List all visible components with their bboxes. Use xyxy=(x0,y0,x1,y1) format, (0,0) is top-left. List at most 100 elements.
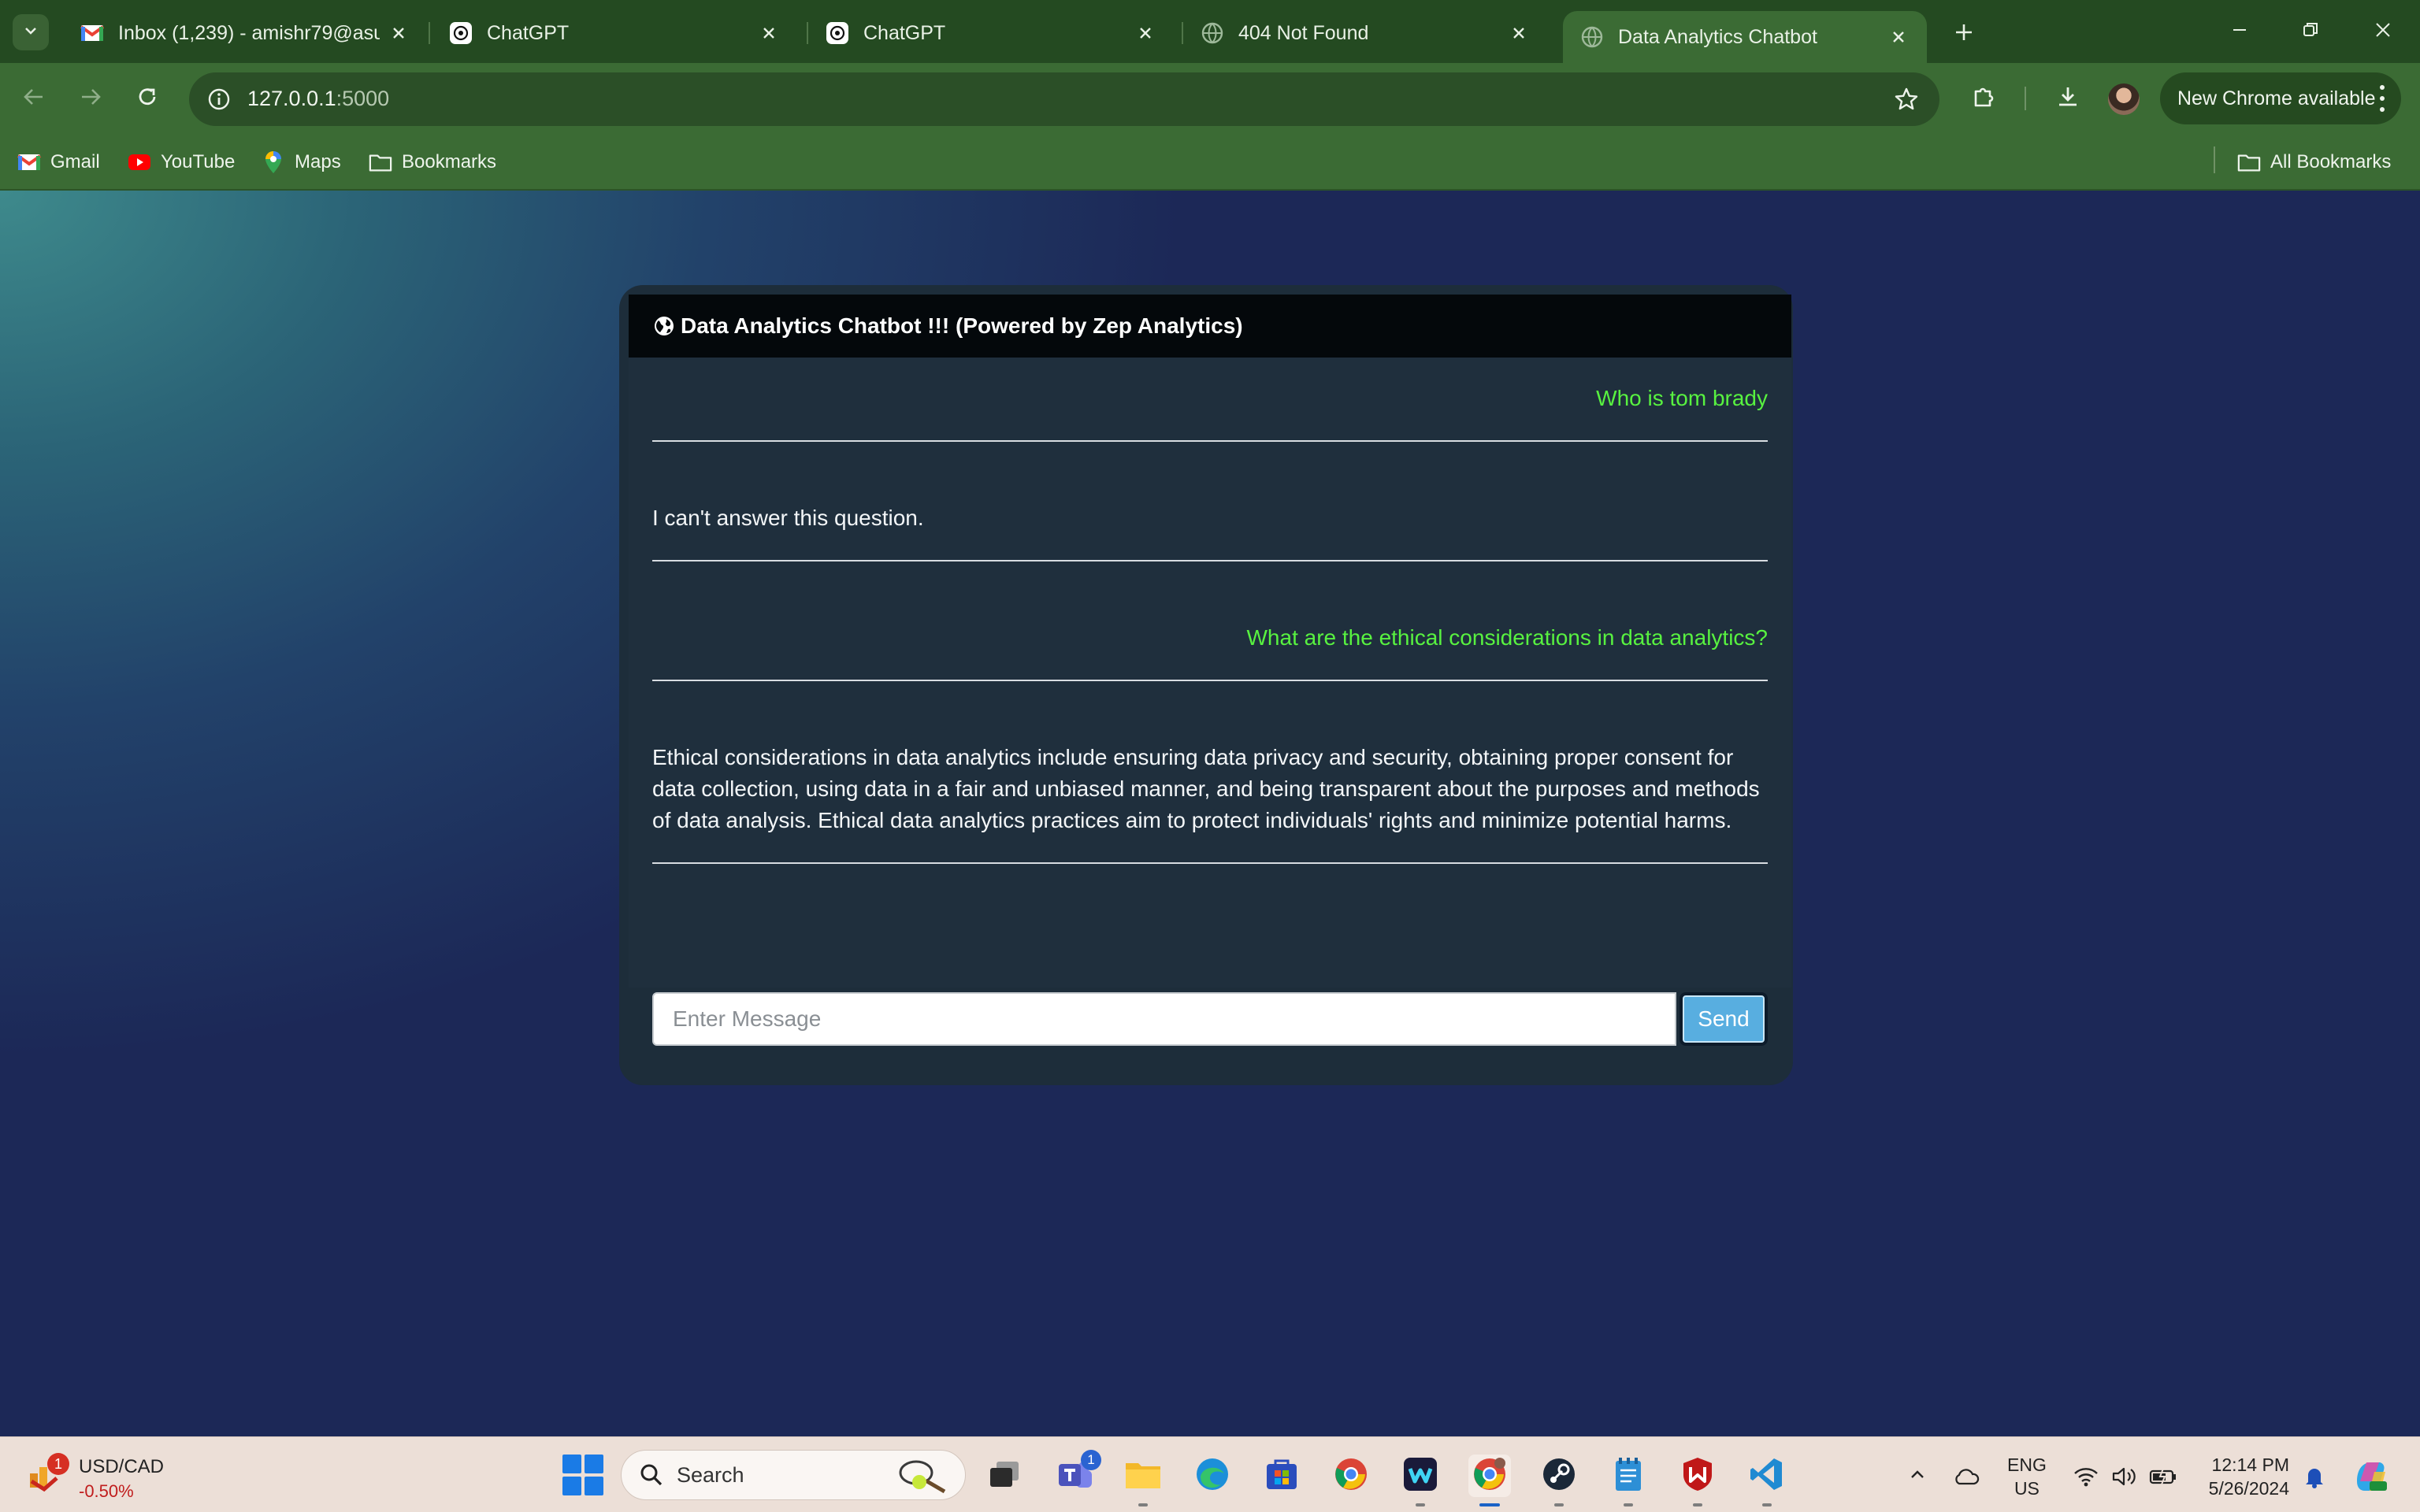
store-icon xyxy=(1264,1456,1300,1496)
taskbar-search[interactable]: Search xyxy=(621,1450,966,1500)
tab-chatgpt-2[interactable]: ChatGPT xyxy=(808,11,1174,55)
bookmark-folder[interactable]: Bookmarks xyxy=(369,145,496,180)
running-indicator xyxy=(1416,1503,1425,1506)
start-button[interactable] xyxy=(562,1455,603,1495)
notifications-bell-icon[interactable] xyxy=(2299,1461,2330,1492)
site-info-icon[interactable] xyxy=(203,83,235,115)
mcafee-app[interactable] xyxy=(1676,1455,1719,1506)
tab-title: ChatGPT xyxy=(487,21,570,44)
close-icon[interactable] xyxy=(388,22,410,44)
user-message: Who is tom brady xyxy=(1596,386,1768,410)
window-close-button[interactable] xyxy=(2355,11,2411,52)
bookmark-label: Gmail xyxy=(50,151,100,172)
message-divider xyxy=(652,680,1768,681)
chevron-down-icon xyxy=(22,22,39,43)
maps-icon xyxy=(262,150,285,174)
store-app[interactable] xyxy=(1260,1455,1303,1497)
downloads-button[interactable] xyxy=(2050,80,2086,117)
restore-button[interactable] xyxy=(2283,11,2338,52)
tab-strip: Inbox (1,239) - amishr79@asu.e ChatGPT C… xyxy=(0,0,2420,63)
search-label: Search xyxy=(677,1462,744,1487)
gmail-icon xyxy=(17,150,41,174)
tab-title: 404 Not Found xyxy=(1238,21,1369,44)
running-indicator xyxy=(1693,1503,1702,1506)
bot-message: I can't answer this question. xyxy=(652,506,924,530)
tab-404[interactable]: 404 Not Found xyxy=(1183,11,1547,55)
minimize-button[interactable] xyxy=(2212,11,2267,52)
running-indicator xyxy=(1762,1503,1772,1506)
bookmark-label: YouTube xyxy=(161,151,236,172)
url-text[interactable]: 127.0.0.1:5000 xyxy=(247,87,389,111)
language-indicator[interactable]: ENG US xyxy=(2007,1453,2047,1500)
bookmark-label: Bookmarks xyxy=(402,151,497,172)
address-bar[interactable]: 127.0.0.1:5000 xyxy=(189,72,1939,126)
notepad-app[interactable] xyxy=(1607,1455,1650,1506)
copilot-icon[interactable] xyxy=(2351,1456,2392,1497)
currency-widget[interactable]: 1 USD/CAD -0.50% xyxy=(24,1448,181,1502)
close-icon[interactable] xyxy=(1508,22,1530,44)
tab-gmail[interactable]: Inbox (1,239) - amishr79@asu.e xyxy=(63,11,427,55)
new-chrome-available-button[interactable]: New Chrome available xyxy=(2160,72,2401,124)
tab-data-analytics-chatbot[interactable]: Data Analytics Chatbot xyxy=(1563,11,1927,63)
battery-icon[interactable] xyxy=(2147,1461,2179,1492)
send-button[interactable]: Send xyxy=(1680,992,1768,1046)
clock-date: 5/26/2024 xyxy=(2208,1478,2289,1499)
url-host: 127.0.0.1 xyxy=(247,87,336,110)
more-menu-icon[interactable] xyxy=(2374,85,2390,112)
all-bookmarks-button[interactable]: All Bookmarks xyxy=(2237,145,2391,180)
vscode-icon xyxy=(1749,1456,1785,1496)
steam-app[interactable] xyxy=(1538,1455,1580,1506)
teams-badge: 1 xyxy=(1081,1450,1101,1470)
reload-icon xyxy=(135,85,159,113)
back-button[interactable] xyxy=(16,80,52,117)
bot-message: Ethical considerations in data analytics… xyxy=(652,745,1760,832)
teams-app[interactable]: 1 xyxy=(1054,1450,1101,1497)
bookmarks-bar: Gmail YouTube Maps Bookmarks All Bookmar… xyxy=(0,134,2420,191)
edge-app[interactable] xyxy=(1191,1455,1234,1497)
webex-icon xyxy=(1402,1456,1438,1496)
show-hidden-icons-button[interactable] xyxy=(1902,1461,1933,1492)
extensions-button[interactable] xyxy=(1966,80,2002,117)
close-icon[interactable] xyxy=(1887,26,1910,48)
chat-title: Data Analytics Chatbot !!! (Powered by Z… xyxy=(681,313,1243,338)
chevron-up-icon xyxy=(1908,1466,1927,1488)
webex-app[interactable] xyxy=(1399,1455,1442,1506)
browser-toolbar: 127.0.0.1:5000 New Chrome available xyxy=(0,63,2420,134)
folder-icon xyxy=(369,150,392,174)
forward-button[interactable] xyxy=(72,80,109,117)
search-icon xyxy=(639,1462,664,1488)
shield-icon xyxy=(1681,1456,1714,1496)
folder-icon xyxy=(1124,1458,1162,1494)
minimize-icon xyxy=(2231,21,2248,43)
message-input[interactable] xyxy=(652,992,1676,1046)
wifi-icon[interactable] xyxy=(2070,1461,2102,1492)
vscode-app[interactable] xyxy=(1746,1455,1788,1506)
file-explorer-app[interactable] xyxy=(1122,1455,1164,1506)
plus-icon xyxy=(1954,22,1974,46)
profile-avatar[interactable] xyxy=(2108,83,2140,115)
globe-icon xyxy=(652,314,676,338)
volume-icon[interactable] xyxy=(2108,1461,2140,1492)
tab-chatgpt-1[interactable]: ChatGPT xyxy=(432,11,797,55)
bookmark-youtube[interactable]: YouTube xyxy=(128,145,235,180)
tab-search-button[interactable] xyxy=(13,14,49,50)
puzzle-icon xyxy=(1971,83,1998,114)
task-view-app[interactable] xyxy=(983,1455,1026,1497)
bookmark-gmail[interactable]: Gmail xyxy=(17,145,100,180)
chrome-app[interactable] xyxy=(1330,1455,1372,1497)
chrome-profile-app[interactable] xyxy=(1468,1455,1511,1506)
bookmark-maps[interactable]: Maps xyxy=(262,145,341,180)
close-icon[interactable] xyxy=(1134,22,1156,44)
running-indicator xyxy=(1624,1503,1633,1506)
chatgpt-icon xyxy=(449,21,473,45)
close-icon[interactable] xyxy=(758,22,780,44)
bookmark-star-icon[interactable] xyxy=(1891,83,1922,115)
edge-icon xyxy=(1194,1456,1230,1496)
message-form: Send xyxy=(651,991,1769,1046)
task-view-icon xyxy=(987,1458,1022,1494)
onedrive-icon[interactable] xyxy=(1950,1461,1982,1492)
system-clock[interactable]: 12:14 PM 5/26/2024 xyxy=(2198,1453,2289,1500)
reload-button[interactable] xyxy=(129,80,165,117)
youtube-icon xyxy=(128,150,151,174)
new-tab-button[interactable] xyxy=(1946,16,1982,52)
